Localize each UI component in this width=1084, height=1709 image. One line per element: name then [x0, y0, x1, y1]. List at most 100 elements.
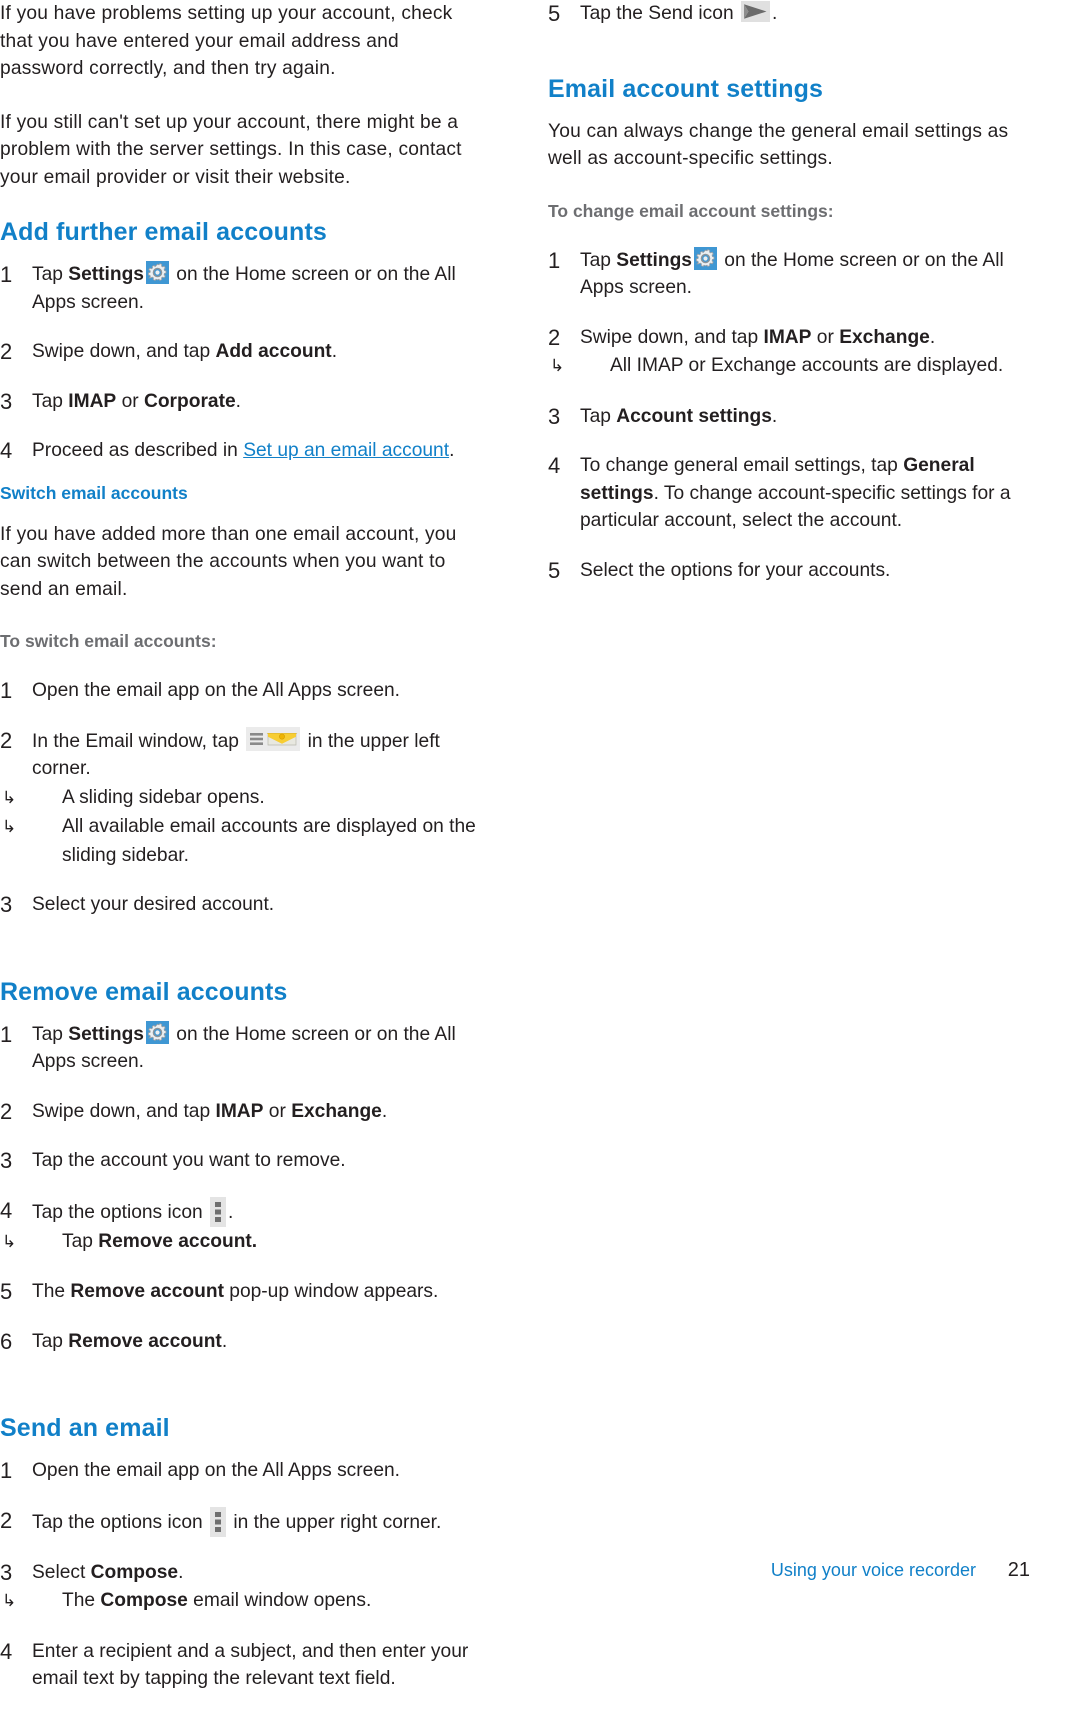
step-item: 1 Tap Settings on the Home screen or on … [0, 1020, 488, 1076]
step-text-post: in the upper right corner. [228, 1511, 442, 1533]
subheading-switch-email-accounts: Switch email accounts [0, 482, 188, 503]
step-text: Enter a recipient and a subject, and the… [32, 1640, 469, 1690]
sub-result-line: ↳ All IMAP or Exchange accounts are displ… [550, 352, 1030, 381]
manual-page: If you have problems setting up your acc… [0, 0, 1084, 1689]
step-number: 1 [0, 1021, 13, 1047]
step-text-post: . [221, 1330, 228, 1352]
right-column: 5 Tap the Send icon . Email account sett… [540, 0, 1084, 600]
options-three-dots-icon [210, 1196, 227, 1227]
step-text-pre: Tap the options icon [32, 1511, 209, 1533]
step-number: 3 [0, 1148, 13, 1173]
step-item: 4 Enter a recipient and a subject, and t… [0, 1638, 488, 1693]
step-text-pre: Swipe down, and tap [580, 326, 764, 348]
cross-reference-link[interactable]: Set up an email account [243, 440, 449, 461]
footer-chapter-title: Using your voice recorder [770, 1560, 976, 1580]
settings-gear-icon [145, 1020, 169, 1044]
step-text-pre: The [32, 1281, 71, 1302]
email-sidebar-icon [246, 726, 301, 751]
send-paper-plane-icon [740, 1, 770, 22]
heading-email-account-settings: Email account settings [548, 74, 824, 103]
step-item: 2 In the Email window, tap in the upper … [0, 726, 488, 870]
step-item: 2 Swipe down, and tap IMAP or Exchange. … [548, 324, 1030, 381]
step-text-bold: Add account [215, 341, 332, 362]
lead-to-change-email-account-settings: To change email account settings: [548, 200, 834, 221]
step-text-post: . [771, 405, 778, 427]
step-item: 5 The Remove account pop-up window appea… [0, 1278, 488, 1306]
step-text-pre: Tap [32, 390, 69, 412]
step-item: 1 Tap Settings on the Home screen or on … [0, 261, 488, 316]
step-item: 5 Select the options for your accounts. [548, 557, 1030, 585]
step-number: 1 [0, 1458, 13, 1483]
step-number: 3 [0, 892, 13, 917]
step-text-bold: Remove account [70, 1281, 224, 1302]
intro-paragraph-1: If you have problems setting up your acc… [0, 3, 453, 79]
step-text-bold-2: Exchange [291, 1100, 382, 1122]
arrow-bullet-icon: ↳ [2, 817, 17, 837]
step-text-pre: Tap [580, 249, 617, 271]
step-number: 3 [548, 403, 561, 429]
step-item: 4 Tap the options icon . ↳ Tap Remove acc… [0, 1196, 488, 1257]
sub-result-line: ↳ The Compose email window opens. [2, 1587, 488, 1616]
lead-to-switch-email-accounts: To switch email accounts: [0, 631, 217, 651]
step-text-bold-2: Exchange [839, 326, 930, 348]
step-item: 3 Select your desired account. [0, 891, 488, 919]
step-text-post: . [771, 3, 778, 24]
step-text: Tap the account you want to remove. [32, 1150, 346, 1171]
sub-result-text: All available email accounts are display… [62, 816, 476, 866]
step-text-mid: or [263, 1100, 292, 1122]
sub-result-line: ↳ A sliding sidebar opens. [2, 784, 488, 813]
step-number: 2 [0, 1507, 13, 1533]
page-columns: If you have problems setting up your acc… [0, 0, 1084, 1709]
step-item: 2 Tap the options icon in the upper righ… [0, 1506, 488, 1537]
intro-paragraph-2: If you still can't set up your account, … [0, 111, 462, 188]
sub-result-text: A sliding sidebar opens. [62, 786, 265, 808]
step-number: 5 [548, 1, 561, 26]
step-text-pre: Tap [32, 264, 69, 285]
step-text-bold: Remove account [68, 1330, 222, 1352]
step-item: 3 Tap the account you want to remove. [0, 1147, 488, 1175]
step-number: 1 [0, 678, 13, 703]
steps-remove-email-accounts: 1 Tap Settings on the Home screen or on … [0, 1020, 488, 1356]
step-number: 4 [0, 438, 13, 463]
step-item: 3 Tap IMAP or Corporate. [0, 388, 488, 416]
step-number: 1 [548, 247, 561, 273]
step-text-pre: Tap the options icon [32, 1201, 209, 1223]
step-text: Open the email app on the All Apps scree… [32, 680, 400, 701]
step-number: 2 [548, 324, 561, 350]
arrow-bullet-icon: ↳ [2, 1231, 17, 1252]
step-text-post: . [235, 390, 241, 412]
step-number: 6 [0, 1328, 13, 1354]
step-item: 2 Swipe down, and tap IMAP or Exchange. [0, 1098, 488, 1126]
sub-result-line: ↳ Tap Remove account. [2, 1228, 488, 1257]
step-text-bold: IMAP [215, 1100, 264, 1122]
step-text-bold: IMAP [763, 326, 812, 348]
step-item: 1 Open the email app on the All Apps scr… [0, 677, 488, 705]
heading-send-an-email: Send an email [0, 1414, 170, 1442]
step-text-post: pop-up window appears. [223, 1281, 439, 1302]
steps-send-an-email-continued: 5 Tap the Send icon . [548, 0, 1030, 28]
settings-gear-icon [145, 261, 169, 284]
step-number: 2 [0, 727, 13, 753]
steps-switch-email-accounts: 1 Open the email app on the All Apps scr… [0, 677, 488, 919]
step-text-pre: Tap [580, 405, 617, 427]
step-text: Select the options for your accounts. [580, 559, 891, 581]
step-text: Open the email app on the All Apps scree… [32, 1460, 400, 1481]
step-text-pre: To change general email settings, tap [580, 455, 904, 476]
step-text-bold: IMAP [68, 390, 117, 412]
step-item: 4 To change general email settings, tap … [548, 452, 1030, 535]
left-column: If you have problems setting up your acc… [0, 0, 540, 1709]
step-text-post: . [331, 341, 338, 362]
page-footer: Using your voice recorder 21 [0, 1559, 1084, 1585]
step-text-pre: In the Email window, tap [32, 730, 245, 752]
sub-result-post: email window opens. [187, 1590, 372, 1611]
footer-page-number: 21 [1007, 1559, 1030, 1581]
step-text-post: . [381, 1100, 388, 1122]
sub-result-pre: The [62, 1590, 101, 1611]
step-text-bold: Account settings [616, 405, 772, 427]
step-item: 3 Tap Account settings. [548, 403, 1030, 431]
step-item: 4 Proceed as described in Set up an emai… [0, 437, 488, 465]
step-item: 2 Swipe down, and tap Add account. [0, 338, 488, 366]
step-number: 1 [0, 262, 13, 287]
